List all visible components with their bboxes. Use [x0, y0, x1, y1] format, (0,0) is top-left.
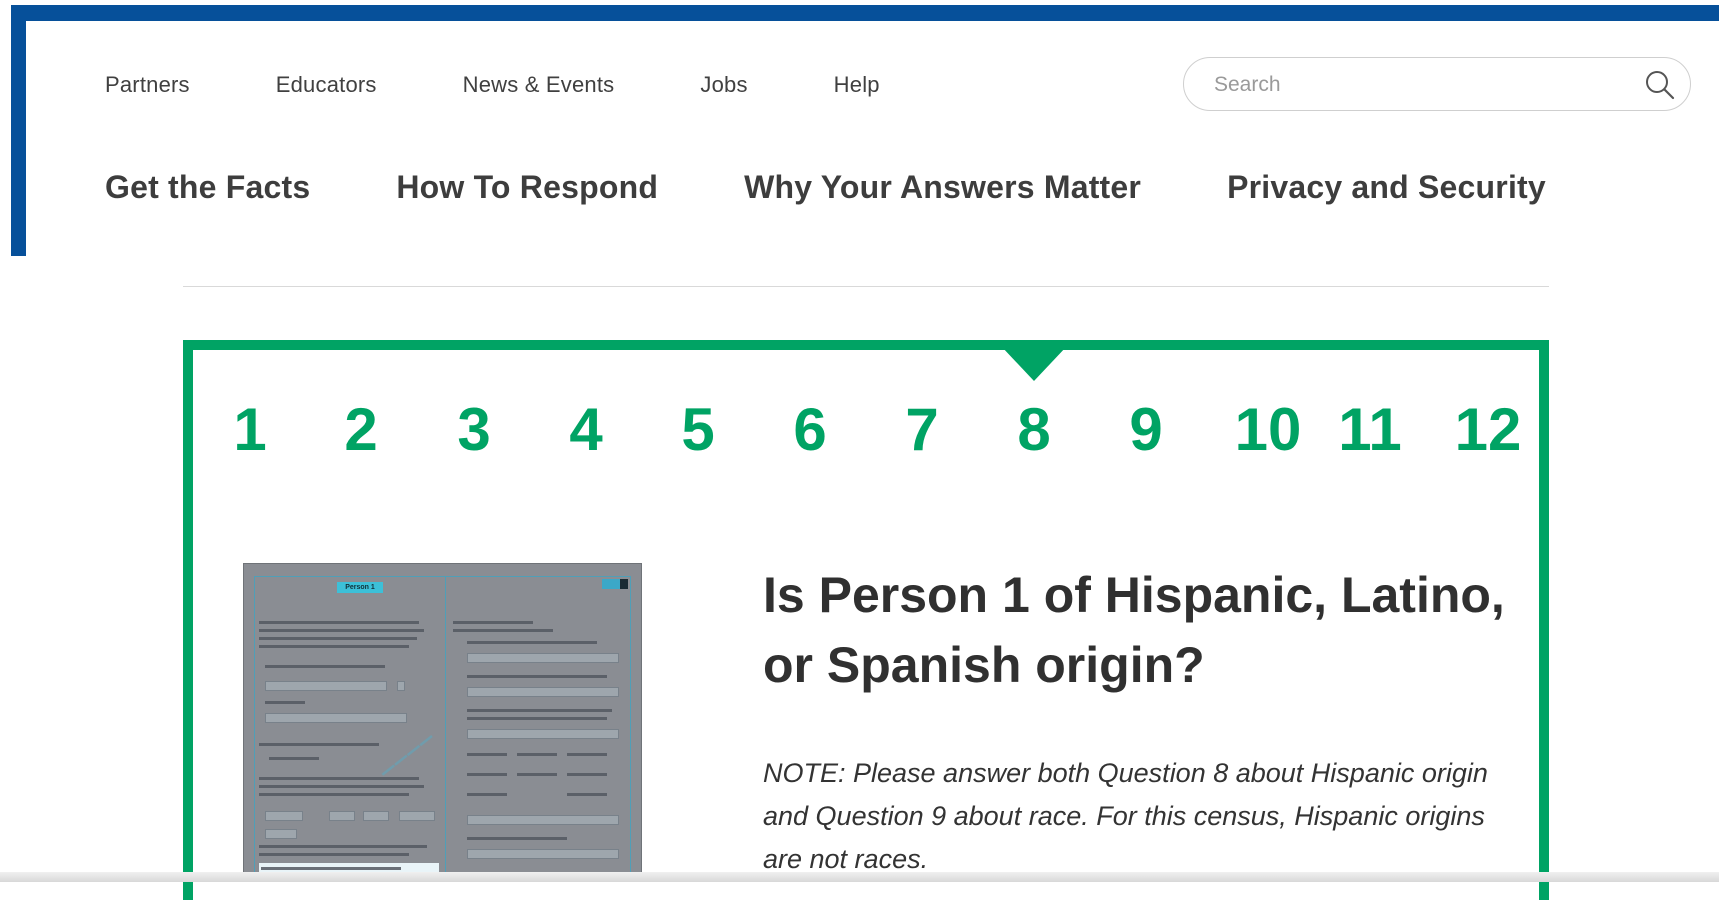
- form-line: [467, 717, 607, 720]
- form-input-box: [467, 687, 619, 697]
- form-line: [567, 753, 607, 756]
- question-note: NOTE: Please answer both Question 8 abou…: [763, 758, 1488, 874]
- nav-link-jobs[interactable]: Jobs: [700, 72, 747, 98]
- form-line: [259, 637, 417, 640]
- question-steps: 1 2 3 4 5 6 7 8 9 10 11 12: [0, 395, 1719, 465]
- form-page: Person 1 ⎯⎯⎯⎯: [254, 576, 631, 881]
- form-line: [467, 675, 607, 678]
- step-3[interactable]: 3: [457, 395, 490, 465]
- form-line: [259, 621, 419, 624]
- step-1[interactable]: 1: [233, 395, 266, 465]
- form-input-box: [467, 729, 619, 739]
- form-line: [467, 753, 507, 756]
- form-line: [259, 845, 427, 848]
- nav-link-educators[interactable]: Educators: [276, 72, 377, 98]
- form-input-box: [329, 811, 355, 821]
- search-box: [1183, 57, 1691, 111]
- question-title: Is Person 1 of Hispanic, Latino, or Span…: [763, 567, 1505, 693]
- nav-why-your-answers-matter[interactable]: Why Your Answers Matter: [744, 169, 1141, 206]
- nav-privacy-and-security[interactable]: Privacy and Security: [1227, 169, 1546, 206]
- step-9[interactable]: 9: [1129, 395, 1162, 465]
- form-line: [467, 773, 507, 776]
- form-line: [567, 773, 607, 776]
- search-input[interactable]: [1212, 70, 1616, 100]
- form-line: [467, 641, 597, 644]
- header-blue-side-bar: [11, 5, 26, 256]
- form-line: [567, 793, 607, 796]
- census-form-thumbnail: Person 1 ⎯⎯⎯⎯: [243, 563, 642, 882]
- header-blue-bar: [11, 5, 1719, 21]
- active-step-pointer: [1001, 346, 1067, 381]
- step-4[interactable]: 4: [569, 395, 602, 465]
- utility-nav: Partners Educators News & Events Jobs He…: [105, 72, 966, 98]
- bottom-edge-shadow: [0, 872, 1719, 882]
- step-10[interactable]: 10: [1235, 395, 1302, 465]
- form-input-box: [467, 815, 619, 825]
- step-8[interactable]: 8: [1017, 395, 1050, 465]
- form-input-box: [467, 849, 619, 859]
- step-5[interactable]: 5: [681, 395, 714, 465]
- form-line: [259, 793, 409, 796]
- nav-link-help[interactable]: Help: [834, 72, 880, 98]
- form-line: [259, 645, 409, 648]
- form-input-box: [397, 681, 405, 691]
- nav-link-partners[interactable]: Partners: [105, 72, 190, 98]
- form-line: [259, 785, 424, 788]
- step-11[interactable]: 11: [1338, 395, 1401, 465]
- form-line: [517, 753, 557, 756]
- form-line: [467, 709, 612, 712]
- form-input-box: [265, 713, 407, 723]
- form-line: [269, 757, 319, 760]
- divider: [183, 286, 1549, 287]
- form-column-divider: [445, 577, 446, 880]
- form-line: [265, 701, 305, 704]
- main-nav: Get the Facts How To Respond Why Your An…: [105, 169, 1546, 206]
- form-line: [467, 793, 507, 796]
- form-line: [265, 665, 385, 668]
- form-input-box: [467, 653, 619, 663]
- search-icon[interactable]: [1644, 69, 1676, 101]
- form-line: [517, 773, 557, 776]
- form-input-box: [399, 811, 435, 821]
- form-input-box: [265, 681, 387, 691]
- nav-how-to-respond[interactable]: How To Respond: [396, 169, 658, 206]
- form-line: [453, 621, 533, 624]
- form-line: [259, 743, 379, 746]
- form-line: [259, 853, 409, 856]
- step-7[interactable]: 7: [905, 395, 938, 465]
- form-input-box: [265, 829, 297, 839]
- form-input-box: [363, 811, 389, 821]
- form-line: [453, 629, 553, 632]
- form-line: [467, 837, 567, 840]
- form-corner-mark-dark: [620, 579, 628, 589]
- form-input-box: [265, 811, 303, 821]
- step-2[interactable]: 2: [344, 395, 377, 465]
- form-line: [259, 629, 424, 632]
- form-line: [261, 867, 401, 870]
- nav-get-the-facts[interactable]: Get the Facts: [105, 169, 310, 206]
- nav-link-news-events[interactable]: News & Events: [463, 72, 615, 98]
- step-12[interactable]: 12: [1455, 395, 1522, 465]
- step-6[interactable]: 6: [793, 395, 826, 465]
- form-person-header: Person 1: [337, 582, 383, 593]
